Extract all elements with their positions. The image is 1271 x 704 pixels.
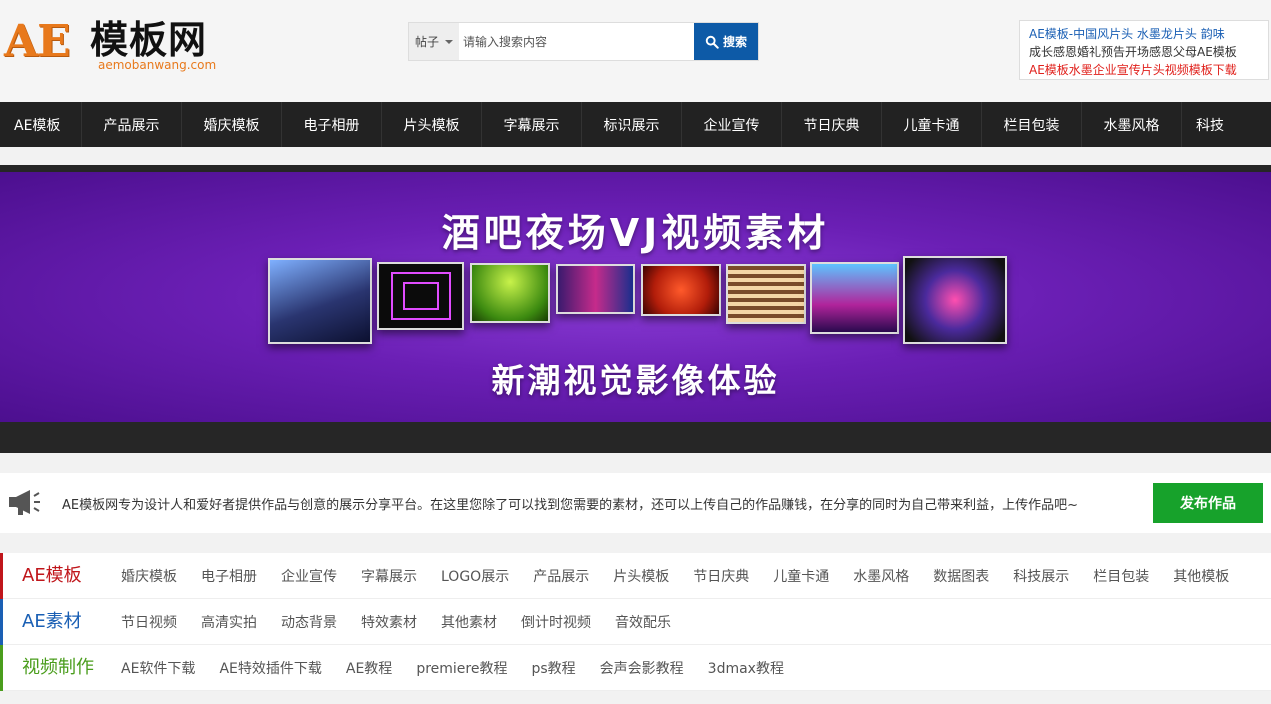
search-button[interactable]: 搜索	[694, 23, 758, 60]
search-button-label: 搜索	[722, 35, 747, 49]
nav-item-corporate[interactable]: 企业宣传	[682, 102, 782, 147]
nav-item-holidays[interactable]: 节日庆典	[782, 102, 882, 147]
category-link[interactable]: 3dmax教程	[708, 658, 784, 678]
banner-section: 酒吧夜场VJ视频素材 新潮视觉影像体验	[0, 165, 1271, 453]
chevron-down-icon	[445, 39, 453, 44]
hot-links-box: AE模板-中国风片头 水墨龙片头 韵味 成长感恩婚礼预告开场感恩父母AE模板 A…	[1019, 20, 1269, 80]
category-link[interactable]: 儿童卡通	[773, 566, 829, 586]
category-link[interactable]: 倒计时视频	[521, 612, 591, 632]
search-type-select[interactable]: 帖子	[409, 23, 459, 60]
search-bar: 帖子 搜索	[408, 22, 759, 61]
banner-thumbnail	[556, 264, 635, 314]
category-link[interactable]: 栏目包装	[1093, 566, 1149, 586]
category-link[interactable]: 高清实拍	[201, 612, 257, 632]
banner-thumbnail	[377, 262, 464, 330]
nav-item-logo-display[interactable]: 标识展示	[582, 102, 682, 147]
notice-text: AE模板网专为设计人和爱好者提供作品与创意的展示分享平台。在这里您除了可以找到您…	[62, 498, 1079, 513]
category-links: 节日视频 高清实拍 动态背景 特效素材 其他素材 倒计时视频 音效配乐	[121, 599, 695, 645]
nav-item-tech[interactable]: 科技	[1182, 102, 1271, 147]
category-link[interactable]: 动态背景	[281, 612, 337, 632]
logo-cn-text: 模板网	[90, 17, 208, 62]
category-links: 婚庆模板 电子相册 企业宣传 字幕展示 LOGO展示 产品展示 片头模板 节日庆…	[121, 553, 1253, 599]
banner-title: 酒吧夜场VJ视频素材	[441, 211, 830, 255]
category-row-ae-materials: AE素材 节日视频 高清实拍 动态背景 特效素材 其他素材 倒计时视频 音效配乐	[0, 599, 1271, 645]
category-accent-bar	[0, 599, 3, 645]
category-link[interactable]: 特效素材	[361, 612, 417, 632]
category-link[interactable]: 音效配乐	[615, 612, 671, 632]
hot-link[interactable]: AE模板水墨企业宣传片头视频模板下载	[1029, 61, 1268, 79]
category-link[interactable]: 其他模板	[1173, 566, 1229, 586]
banner-thumbnail	[810, 262, 899, 334]
banner-thumbnail	[268, 258, 372, 344]
category-title[interactable]: AE素材	[22, 599, 82, 645]
category-link[interactable]: 字幕展示	[361, 566, 417, 586]
category-link[interactable]: 科技展示	[1013, 566, 1069, 586]
banner-thumbnail	[726, 264, 806, 324]
search-input[interactable]	[459, 23, 694, 60]
main-nav: AE模板 产品展示 婚庆模板 电子相册 片头模板 字幕展示 标识展示 企业宣传 …	[0, 102, 1271, 147]
category-link[interactable]: 片头模板	[613, 566, 669, 586]
category-accent-bar	[0, 553, 3, 599]
publish-button[interactable]: 发布作品	[1153, 483, 1263, 523]
category-link[interactable]: 数据图表	[933, 566, 989, 586]
category-link[interactable]: 节日视频	[121, 612, 177, 632]
category-link[interactable]: 电子相册	[201, 566, 257, 586]
nav-item-ink-style[interactable]: 水墨风格	[1082, 102, 1182, 147]
category-link[interactable]: 其他素材	[441, 612, 497, 632]
search-icon	[705, 35, 719, 49]
category-link[interactable]: 产品展示	[533, 566, 589, 586]
banner-thumbnail	[903, 256, 1007, 344]
hot-link[interactable]: AE模板-中国风片头 水墨龙片头 韵味	[1029, 25, 1268, 43]
category-link[interactable]: 节日庆典	[693, 566, 749, 586]
banner-subtitle: 新潮视觉影像体验	[491, 361, 780, 400]
nav-item-ae-templates[interactable]: AE模板	[0, 102, 82, 147]
hot-link[interactable]: 成长感恩婚礼预告开场感恩父母AE模板	[1029, 43, 1268, 61]
category-accent-bar	[0, 645, 3, 691]
category-link[interactable]: 企业宣传	[281, 566, 337, 586]
search-type-label: 帖子	[414, 35, 439, 49]
site-logo[interactable]: AE 模板网 aemobanwang.com	[4, 14, 244, 76]
nav-item-column-package[interactable]: 栏目包装	[982, 102, 1082, 147]
category-row-video-production: 视频制作 AE软件下载 AE特效插件下载 AE教程 premiere教程 ps教…	[0, 645, 1271, 691]
megaphone-icon	[9, 490, 40, 515]
notice-bar: AE模板网专为设计人和爱好者提供作品与创意的展示分享平台。在这里您除了可以找到您…	[0, 473, 1271, 533]
logo-url-text: aemobanwang.com	[98, 58, 217, 72]
category-link[interactable]: 婚庆模板	[121, 566, 177, 586]
nav-item-product-display[interactable]: 产品展示	[82, 102, 182, 147]
category-link[interactable]: AE教程	[346, 658, 392, 678]
banner[interactable]: 酒吧夜场VJ视频素材 新潮视觉影像体验	[0, 172, 1271, 422]
nav-item-kids-cartoon[interactable]: 儿童卡通	[882, 102, 982, 147]
nav-item-wedding[interactable]: 婚庆模板	[182, 102, 282, 147]
nav-item-album[interactable]: 电子相册	[282, 102, 382, 147]
nav-item-intro[interactable]: 片头模板	[382, 102, 482, 147]
banner-thumbnail	[641, 264, 721, 316]
category-link[interactable]: premiere教程	[416, 658, 507, 678]
category-link[interactable]: AE特效插件下载	[219, 658, 321, 678]
category-link[interactable]: AE软件下载	[121, 658, 195, 678]
category-link[interactable]: ps教程	[531, 658, 575, 678]
category-row-ae-templates: AE模板 婚庆模板 电子相册 企业宣传 字幕展示 LOGO展示 产品展示 片头模…	[0, 553, 1271, 599]
category-title[interactable]: AE模板	[22, 553, 82, 599]
logo-ae-text: AE	[4, 16, 71, 67]
category-title[interactable]: 视频制作	[22, 645, 94, 691]
category-link[interactable]: LOGO展示	[441, 566, 509, 586]
category-link[interactable]: 会声会影教程	[600, 658, 684, 678]
category-links: AE软件下载 AE特效插件下载 AE教程 premiere教程 ps教程 会声会…	[121, 645, 808, 691]
nav-item-subtitles[interactable]: 字幕展示	[482, 102, 582, 147]
category-link[interactable]: 水墨风格	[853, 566, 909, 586]
banner-thumbnail	[470, 263, 550, 323]
site-header: AE 模板网 aemobanwang.com 帖子 搜索 AE模板-中国风片头 …	[0, 0, 1271, 102]
